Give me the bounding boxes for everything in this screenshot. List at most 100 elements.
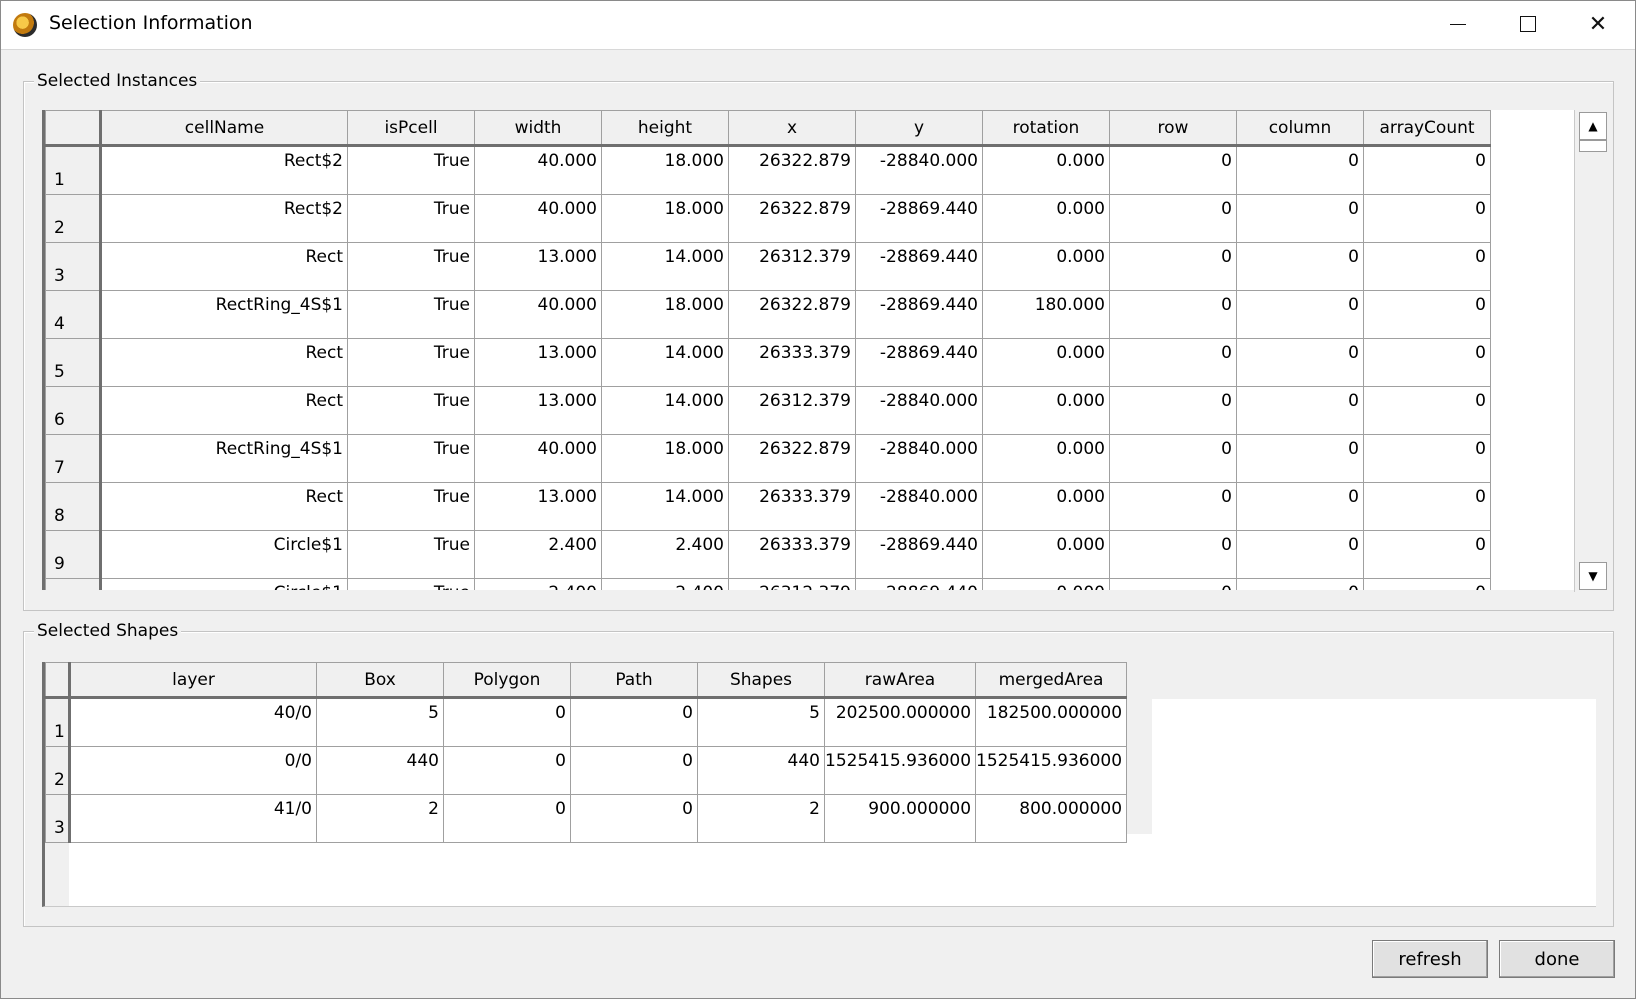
table-cell-ispcell[interactable]: True bbox=[347, 338, 475, 387]
refresh-button[interactable]: refresh bbox=[1372, 940, 1488, 978]
instances-column-header-width[interactable]: width bbox=[474, 110, 602, 147]
table-cell-ispcell[interactable]: True bbox=[347, 290, 475, 339]
table-cell-row[interactable]: 0 bbox=[1109, 386, 1237, 435]
table-cell-rotation[interactable]: 0.000 bbox=[982, 434, 1110, 483]
table-cell-x[interactable]: 26333.379 bbox=[728, 530, 856, 579]
table-cell-y[interactable]: -28869.440 bbox=[855, 530, 983, 579]
table-cell-path[interactable]: 0 bbox=[570, 794, 698, 843]
close-button[interactable]: ✕ bbox=[1563, 1, 1633, 47]
table-cell-x[interactable]: 26333.379 bbox=[728, 482, 856, 531]
instances-column-header-arraycount[interactable]: arrayCount bbox=[1363, 110, 1491, 147]
shapes-column-header-polygon[interactable]: Polygon bbox=[443, 662, 571, 699]
instances-column-header-column[interactable]: column bbox=[1236, 110, 1364, 147]
table-cell-column[interactable]: 0 bbox=[1236, 386, 1364, 435]
table-cell-x[interactable]: 26322.879 bbox=[728, 290, 856, 339]
table-cell-x[interactable]: 26312.379 bbox=[728, 242, 856, 291]
table-cell-row[interactable]: 0 bbox=[1109, 290, 1237, 339]
table-cell-x[interactable]: 26333.379 bbox=[728, 338, 856, 387]
maximize-button[interactable] bbox=[1493, 1, 1563, 47]
table-cell-height[interactable]: 18.000 bbox=[601, 290, 729, 339]
table-cell-width[interactable]: 40.000 bbox=[474, 145, 602, 195]
table-cell-ispcell[interactable]: True bbox=[347, 530, 475, 579]
table-cell-y[interactable]: -28869.440 bbox=[855, 578, 983, 590]
table-row[interactable]: 6 Rect True 13.000 14.000 26312.379 -28840.000… bbox=[45, 386, 1491, 435]
table-cell-ispcell[interactable]: True bbox=[347, 145, 475, 195]
table-cell-x[interactable]: 26322.879 bbox=[728, 434, 856, 483]
table-cell-ispcell[interactable]: True bbox=[347, 386, 475, 435]
row-number[interactable]: 2 bbox=[45, 194, 102, 243]
table-cell-width[interactable]: 40.000 bbox=[474, 434, 602, 483]
table-row[interactable]: 7 RectRing_4S$1 True 40.000 18.000 26322.879-… bbox=[45, 434, 1491, 483]
table-cell-height[interactable]: 14.000 bbox=[601, 242, 729, 291]
table-cell-y[interactable]: -28840.000 bbox=[855, 434, 983, 483]
table-cell-y[interactable]: -28869.440 bbox=[855, 290, 983, 339]
table-cell-height[interactable]: 18.000 bbox=[601, 434, 729, 483]
table-cell-column[interactable]: 0 bbox=[1236, 434, 1364, 483]
table-cell-rotation[interactable]: 0.000 bbox=[982, 242, 1110, 291]
table-cell-rotation[interactable]: 0.000 bbox=[982, 482, 1110, 531]
table-cell-rawarea[interactable]: 1525415.936000 bbox=[823, 746, 977, 795]
table-cell-row[interactable]: 0 bbox=[1109, 578, 1237, 590]
row-number[interactable]: 7 bbox=[45, 434, 102, 483]
row-number[interactable]: 1 bbox=[45, 145, 102, 195]
instances-column-header-cellname[interactable]: cellName bbox=[100, 110, 348, 147]
table-cell-arraycount[interactable]: 0 bbox=[1363, 482, 1491, 531]
table-cell-x[interactable]: 26322.879 bbox=[728, 145, 856, 195]
table-cell-width[interactable]: 40.000 bbox=[474, 290, 602, 339]
row-number[interactable]: 8 bbox=[45, 482, 102, 531]
minimize-button[interactable] bbox=[1423, 1, 1493, 47]
table-cell-rotation[interactable]: 180.000 bbox=[982, 290, 1110, 339]
table-cell-arraycount[interactable]: 0 bbox=[1363, 290, 1491, 339]
shapes-column-header-box[interactable]: Box bbox=[316, 662, 444, 699]
table-cell-height[interactable]: 14.000 bbox=[601, 386, 729, 435]
table-cell-layer[interactable]: 0/0 bbox=[69, 746, 317, 795]
table-cell-arraycount[interactable]: 0 bbox=[1363, 194, 1491, 243]
table-row[interactable]: 9 Circle$1 True 2.400 2.400 26333.379 -28869.4… bbox=[45, 530, 1491, 579]
table-cell-cellname[interactable]: Rect$2 bbox=[100, 145, 348, 195]
table-cell-mergedarea[interactable]: 182500.000000 bbox=[975, 697, 1128, 747]
table-cell-column[interactable]: 0 bbox=[1236, 338, 1364, 387]
table-cell-arraycount[interactable]: 0 bbox=[1363, 145, 1491, 195]
table-cell-width[interactable]: 13.000 bbox=[474, 386, 602, 435]
table-cell-ispcell[interactable]: True bbox=[347, 242, 475, 291]
table-cell-cellname[interactable]: RectRing_4S$1 bbox=[100, 434, 348, 483]
table-cell-shapes[interactable]: 5 bbox=[697, 697, 825, 747]
table-row[interactable]: 1 40/0 5 0 0 5 202500.000000 182500.000000 bbox=[45, 697, 1128, 747]
table-row[interactable]: 5 Rect True 13.000 14.000 26333.379 -28869.440… bbox=[45, 338, 1491, 387]
table-cell-ispcell[interactable]: True bbox=[347, 578, 475, 590]
table-row[interactable]: 10Circle$1True2.4002.40026312.379-28869.… bbox=[45, 578, 1491, 590]
table-cell-path[interactable]: 0 bbox=[570, 746, 698, 795]
table-cell-polygon[interactable]: 0 bbox=[443, 697, 571, 747]
table-cell-width[interactable]: 40.000 bbox=[474, 194, 602, 243]
row-number[interactable]: 6 bbox=[45, 386, 102, 435]
table-cell-cellname[interactable]: Circle$1 bbox=[100, 578, 348, 590]
row-number[interactable]: 5 bbox=[45, 338, 102, 387]
table-cell-cellname[interactable]: RectRing_4S$1 bbox=[100, 290, 348, 339]
table-cell-arraycount[interactable]: 0 bbox=[1363, 578, 1491, 590]
table-cell-polygon[interactable]: 0 bbox=[443, 746, 571, 795]
row-number[interactable]: 3 bbox=[45, 242, 102, 291]
table-cell-row[interactable]: 0 bbox=[1109, 482, 1237, 531]
table-cell-column[interactable]: 0 bbox=[1236, 242, 1364, 291]
row-number[interactable]: 3 bbox=[45, 794, 71, 843]
table-cell-column[interactable]: 0 bbox=[1236, 578, 1364, 590]
table-row[interactable]: 4 RectRing_4S$1 True 40.000 18.000 26322.879-… bbox=[45, 290, 1491, 339]
row-number[interactable]: 9 bbox=[45, 530, 102, 579]
instances-table-viewport[interactable]: cellName isPcell width height x y rotation row c… bbox=[42, 110, 1577, 590]
row-number[interactable]: 10 bbox=[45, 578, 102, 590]
table-cell-layer[interactable]: 40/0 bbox=[69, 697, 317, 747]
table-cell-column[interactable]: 0 bbox=[1236, 290, 1364, 339]
table-cell-y[interactable]: -28869.440 bbox=[855, 242, 983, 291]
table-cell-box[interactable]: 5 bbox=[316, 697, 444, 747]
table-cell-ispcell[interactable]: True bbox=[347, 434, 475, 483]
title-bar[interactable]: Selection Information ✕ bbox=[1, 1, 1635, 50]
table-cell-row[interactable]: 0 bbox=[1109, 338, 1237, 387]
table-cell-width[interactable]: 2.400 bbox=[474, 578, 602, 590]
table-cell-arraycount[interactable]: 0 bbox=[1363, 242, 1491, 291]
scroll-thumb[interactable] bbox=[1579, 140, 1607, 152]
table-cell-row[interactable]: 0 bbox=[1109, 194, 1237, 243]
table-row[interactable]: 8 Rect True 13.000 14.000 26333.379 -28840.000… bbox=[45, 482, 1491, 531]
table-cell-y[interactable]: -28840.000 bbox=[855, 145, 983, 195]
shapes-column-header-path[interactable]: Path bbox=[570, 662, 698, 699]
instances-column-header-rotation[interactable]: rotation bbox=[982, 110, 1110, 147]
